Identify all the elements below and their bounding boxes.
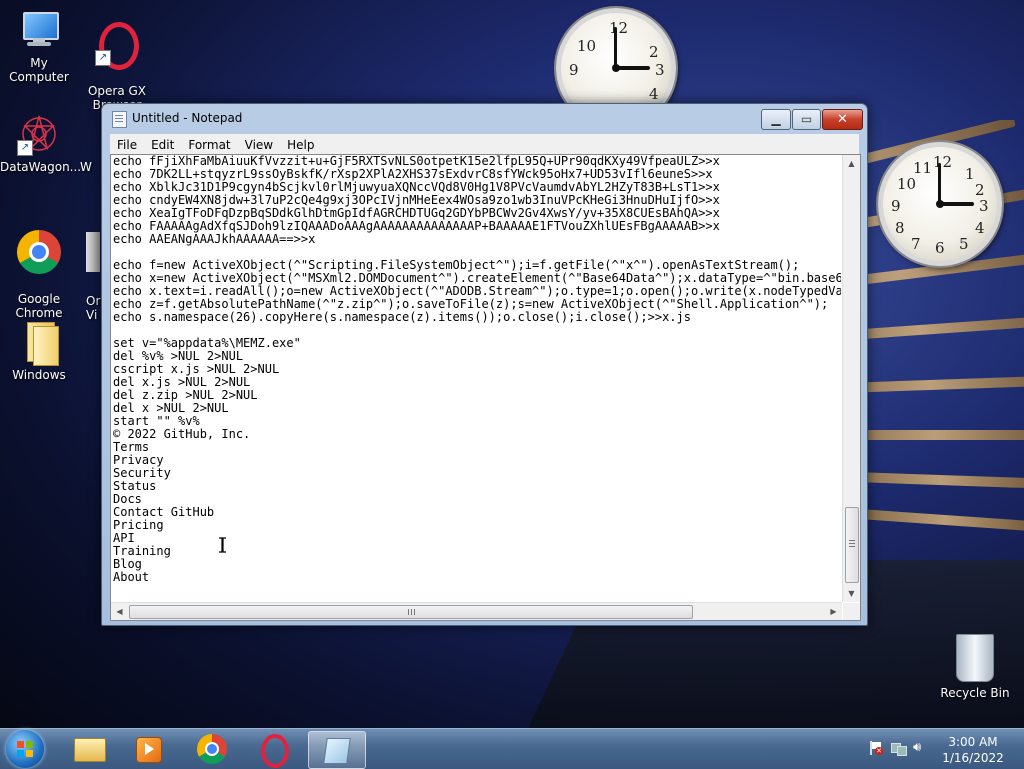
recycle-bin-icon (956, 634, 994, 682)
network-icon[interactable] (891, 741, 907, 756)
start-button[interactable] (6, 730, 44, 768)
desktop-icon-label: Or Vi (86, 294, 101, 322)
taskbar-file-explorer-button[interactable] (62, 731, 118, 767)
desktop-icon-label: DataWagon... (0, 160, 82, 174)
horizontal-scrollbar[interactable]: ◀ ▶ (111, 602, 842, 620)
shortcut-arrow-icon: ↗ (95, 50, 111, 66)
partial-icon (86, 232, 100, 272)
shortcut-arrow-icon: ↗ (17, 140, 33, 156)
volume-icon[interactable]: 🔊︎ (913, 741, 927, 755)
desktop-icon-datawagon[interactable]: ↗ DataWagon... (0, 112, 82, 174)
menu-bar: File Edit Format View Help (110, 134, 859, 154)
folder-icon (17, 320, 61, 366)
desktop-icon-recycle-bin[interactable]: Recycle Bin (938, 634, 1012, 700)
title-bar[interactable]: Untitled - Notepad ▁ ▭ ✕ (102, 104, 867, 134)
menu-view[interactable]: View (238, 135, 280, 154)
close-icon: ✕ (837, 112, 848, 127)
notepad-icon (323, 738, 351, 764)
scroll-left-arrow-icon[interactable]: ◀ (111, 603, 128, 620)
scroll-right-arrow-icon[interactable]: ▶ (825, 603, 842, 620)
windows-logo-icon (17, 741, 33, 757)
computer-icon (17, 8, 61, 52)
clock-gadget-right[interactable]: 12 1 2 3 4 5 6 7 8 9 10 11 (878, 142, 1002, 266)
taskbar-opera-gx-button[interactable] (246, 731, 302, 768)
opera-gx-icon: ↗ (95, 22, 139, 70)
action-center-flag-icon[interactable]: ✕ (868, 741, 883, 755)
horizontal-scroll-thumb[interactable] (129, 605, 693, 619)
desktop-icon-label: My Computer (9, 56, 69, 84)
editor-text[interactable]: echo fFjiXhFaMbAiuuKfVvzzit+u+GjF5RXTSvN… (113, 155, 841, 600)
vertical-scrollbar[interactable]: ▲ ▼ (842, 155, 860, 602)
notepad-icon (112, 111, 127, 128)
menu-format[interactable]: Format (181, 135, 237, 154)
ibeam-cursor-icon (219, 537, 226, 553)
taskbar-clock[interactable]: 3:00 AM 1/16/2022 (938, 734, 1008, 766)
desktop-icon-label: W (80, 160, 92, 174)
desktop-icon-label: Google Chrome (15, 292, 63, 320)
taskbar-media-player-button[interactable] (122, 731, 178, 767)
maximize-button[interactable]: ▭ (792, 109, 821, 130)
menu-file[interactable]: File (110, 135, 144, 154)
window-title: Untitled - Notepad (132, 111, 243, 125)
menu-help[interactable]: Help (280, 135, 321, 154)
vertical-scroll-thumb[interactable] (845, 507, 859, 583)
scroll-down-arrow-icon[interactable]: ▼ (843, 585, 860, 602)
size-grip (843, 603, 860, 620)
notepad-window[interactable]: Untitled - Notepad ▁ ▭ ✕ File Edit Format V… (101, 103, 868, 626)
desktop-icon-label: Recycle Bin (940, 686, 1010, 700)
taskbar-time: 3:00 AM (948, 735, 998, 749)
menu-edit[interactable]: Edit (144, 135, 181, 154)
close-button[interactable]: ✕ (822, 109, 863, 130)
opera-gx-icon (261, 734, 289, 768)
minimize-icon: ▁ (771, 112, 781, 126)
datawagon-icon: ↗ (17, 112, 61, 156)
minimize-button[interactable]: ▁ (761, 109, 791, 130)
taskbar-google-chrome-button[interactable] (184, 731, 240, 767)
maximize-icon: ▭ (800, 112, 813, 126)
taskbar-notepad-button[interactable] (308, 731, 366, 769)
folder-icon (74, 738, 106, 762)
taskbar-date: 1/16/2022 (942, 751, 1004, 765)
taskbar: ✕ 🔊︎ 3:00 AM 1/16/2022 (0, 728, 1024, 769)
desktop-icon-my-computer[interactable]: My Computer (0, 8, 78, 84)
scroll-up-arrow-icon[interactable]: ▲ (843, 155, 860, 172)
chrome-icon (17, 230, 61, 274)
desktop-icon-label: Windows (12, 368, 66, 382)
desktop-icon-windows-folder[interactable]: Windows (0, 320, 78, 382)
desktop-icon-opera-gx[interactable]: ↗ Opera GX Browser (78, 8, 156, 112)
desktop-icon-google-chrome[interactable]: Google Chrome (0, 216, 78, 320)
